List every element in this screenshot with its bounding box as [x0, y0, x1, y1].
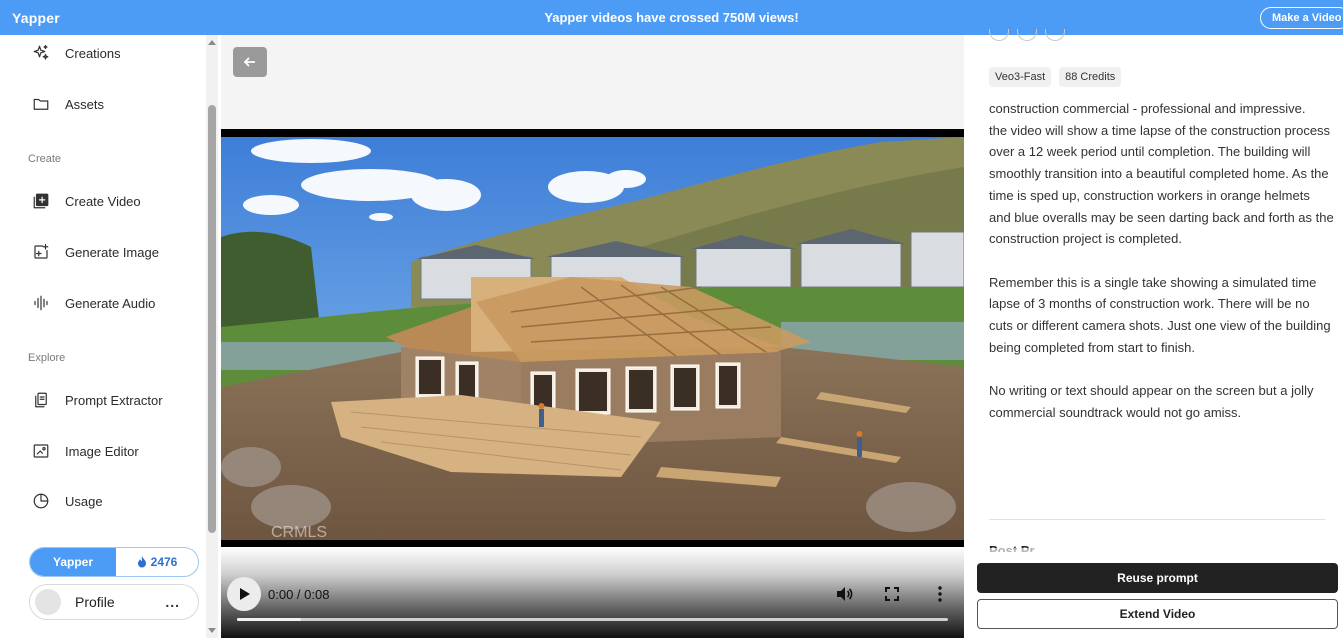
- credits-button[interactable]: 2476: [116, 548, 198, 576]
- sidebar-item-label: Assets: [65, 96, 105, 112]
- action-circle[interactable]: [989, 29, 1009, 41]
- fullscreen-icon: [885, 587, 899, 601]
- video-frame: CRMLS: [221, 137, 964, 540]
- top-banner: Yapper Yapper videos have crossed 750M v…: [0, 0, 1343, 35]
- sidebar-scroll-thumb[interactable]: [208, 105, 216, 533]
- details-panel: Veo3-Fast 88 Credits construction commer…: [964, 29, 1343, 638]
- play-icon: [240, 588, 250, 600]
- sidebar-item-label: Image Editor: [65, 443, 139, 459]
- document-copy-icon: [32, 391, 50, 409]
- extend-video-button[interactable]: Extend Video: [977, 599, 1338, 629]
- section-title-explore: Explore: [28, 352, 66, 364]
- image-plus-icon: [32, 243, 50, 261]
- folder-icon: [32, 95, 50, 113]
- action-circle[interactable]: [1017, 29, 1037, 41]
- profile-name: Profile: [75, 594, 115, 610]
- volume-icon: [837, 587, 853, 601]
- add-video-icon: [32, 192, 50, 210]
- vertical-dots-icon: [938, 586, 942, 602]
- yapper-plan-button[interactable]: Yapper: [30, 548, 116, 576]
- avatar: [35, 589, 61, 615]
- waveform-icon: [32, 294, 50, 312]
- action-circles: [989, 29, 1065, 41]
- sidebar-item-prompt-extractor[interactable]: Prompt Extractor: [32, 388, 163, 412]
- section-title-create: Create: [28, 153, 62, 165]
- fullscreen-button[interactable]: [882, 584, 902, 604]
- prompt-text: construction commercial - professional a…: [989, 101, 1334, 420]
- sidebar-item-generate-audio[interactable]: Generate Audio: [32, 291, 155, 315]
- sidebar-item-creations[interactable]: Creations: [32, 41, 121, 65]
- sidebar-item-label: Generate Image: [65, 244, 159, 260]
- action-circle[interactable]: [1045, 29, 1065, 41]
- sidebar-item-usage[interactable]: Usage: [32, 489, 103, 513]
- time-readout: 0:00 / 0:08: [268, 587, 330, 602]
- sidebar-item-assets[interactable]: Assets: [32, 92, 104, 116]
- announcement-text: Yapper videos have crossed 750M views!: [544, 10, 799, 25]
- reuse-prompt-button[interactable]: Reuse prompt: [977, 563, 1338, 593]
- badge-row: Veo3-Fast 88 Credits: [989, 67, 1122, 87]
- volume-button[interactable]: [834, 584, 854, 604]
- sidebar-item-label: Create Video: [65, 193, 141, 209]
- sidebar-item-label: Generate Audio: [65, 295, 156, 311]
- sidebar-item-generate-image[interactable]: Generate Image: [32, 240, 159, 264]
- scroll-down-icon[interactable]: [208, 628, 216, 633]
- sparkle-icon: [32, 44, 50, 62]
- sidebar: Creations Assets Create Create Video Gen…: [0, 35, 220, 638]
- video-player[interactable]: CRMLS 0:00 / 0:08: [221, 129, 964, 638]
- arrow-left-icon: [243, 57, 255, 67]
- plan-toggle[interactable]: Yapper 2476: [29, 547, 199, 577]
- back-button[interactable]: [233, 47, 267, 77]
- credits-badge: 88 Credits: [1059, 67, 1122, 87]
- sidebar-item-label: Prompt Extractor: [65, 392, 163, 408]
- more-options-button[interactable]: [930, 584, 950, 604]
- progress-fill: [237, 618, 301, 621]
- profile-button[interactable]: Profile ...: [29, 584, 199, 620]
- sidebar-item-create-video[interactable]: Create Video: [32, 189, 141, 213]
- divider: [989, 519, 1325, 520]
- sidebar-item-label: Creations: [65, 45, 121, 61]
- sidebar-item-image-editor[interactable]: Image Editor: [32, 439, 139, 463]
- make-video-button[interactable]: Make a Video: [1260, 7, 1343, 29]
- scroll-up-icon[interactable]: [208, 40, 216, 45]
- play-button[interactable]: [227, 577, 261, 611]
- video-panel: CRMLS 0:00 / 0:08: [221, 35, 964, 638]
- watermark: CRMLS: [271, 524, 327, 540]
- more-icon[interactable]: ...: [165, 594, 180, 610]
- pie-chart-icon: [32, 492, 50, 510]
- image-edit-icon: [32, 442, 50, 460]
- sidebar-item-label: Usage: [65, 493, 103, 509]
- flame-icon: [137, 556, 146, 568]
- progress-bar[interactable]: [237, 618, 948, 621]
- credits-count: 2476: [150, 555, 178, 569]
- model-badge: Veo3-Fast: [989, 67, 1052, 87]
